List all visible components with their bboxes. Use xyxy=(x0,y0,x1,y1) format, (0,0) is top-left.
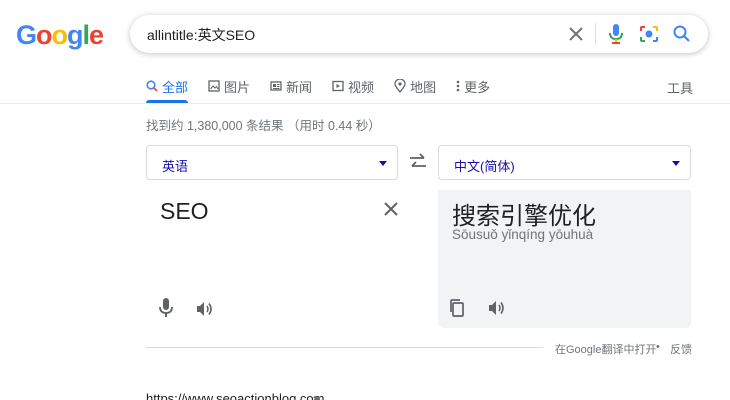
tab-videos[interactable]: 视频 xyxy=(332,76,374,96)
tab-all[interactable]: 全部 xyxy=(146,76,189,103)
tab-images[interactable]: 图片 xyxy=(208,76,250,96)
speaker-icon[interactable] xyxy=(486,297,508,319)
swap-languages-icon[interactable] xyxy=(407,152,429,172)
microphone-icon[interactable] xyxy=(155,297,177,319)
feedback-link[interactable]: 反馈 xyxy=(670,341,692,357)
translation-output-panel: 搜索引擎优化 Sōusuǒ yǐnqíng yōuhuà xyxy=(438,190,691,328)
more-vert-icon xyxy=(456,80,460,92)
clear-search-icon[interactable] xyxy=(564,22,588,46)
logo-letter: o xyxy=(51,20,68,50)
tab-label: 新闻 xyxy=(286,79,313,95)
translated-text: 搜索引擎优化 xyxy=(452,203,596,230)
search-box[interactable]: allintitle:英文SEO xyxy=(130,15,708,53)
result-url[interactable]: https://www.seoactionblog.com xyxy=(146,391,324,400)
source-language-label: 英语 xyxy=(162,159,189,174)
copy-icon[interactable] xyxy=(446,297,468,319)
tab-label: 全部 xyxy=(162,79,189,95)
voice-search-icon[interactable] xyxy=(604,22,628,46)
logo-letter: o xyxy=(36,20,52,50)
search-tabs: 全部 图片 新闻 视频 地图 更多 xyxy=(146,76,510,104)
source-language-select[interactable]: 英语 xyxy=(146,145,398,180)
tools-button[interactable]: 工具 xyxy=(667,78,693,97)
logo-letter: g xyxy=(67,20,83,50)
image-icon xyxy=(208,80,220,92)
google-logo[interactable]: Google xyxy=(16,20,104,51)
search-divider xyxy=(595,23,596,45)
tab-label: 更多 xyxy=(464,79,491,95)
tab-label: 图片 xyxy=(224,79,251,95)
search-icon[interactable] xyxy=(670,22,694,46)
logo-letter: G xyxy=(16,20,37,50)
search-icon xyxy=(146,80,158,92)
tab-label: 视频 xyxy=(348,79,375,95)
tab-more[interactable]: 更多 xyxy=(456,76,490,96)
tab-news[interactable]: 新闻 xyxy=(270,76,312,96)
dropdown-arrow-icon xyxy=(672,161,680,166)
tab-label: 地图 xyxy=(410,79,437,95)
map-pin-icon xyxy=(394,79,406,93)
dropdown-arrow-icon xyxy=(379,161,387,166)
pinyin-text: Sōusuǒ yǐnqíng yōuhuà xyxy=(452,227,594,242)
speaker-icon[interactable] xyxy=(194,298,216,320)
news-icon xyxy=(270,81,282,91)
tab-maps[interactable]: 地图 xyxy=(394,76,436,96)
video-icon xyxy=(332,80,344,92)
target-language-select[interactable]: 中文(简体) xyxy=(438,145,691,180)
result-stats: 找到约 1,380,000 条结果 （用时 0.44 秒） xyxy=(146,119,381,133)
search-input[interactable]: allintitle:英文SEO xyxy=(147,25,255,45)
target-language-label: 中文(简体) xyxy=(454,159,515,174)
logo-letter: e xyxy=(89,20,104,50)
source-text[interactable]: SEO xyxy=(160,198,209,225)
translate-footer-divider xyxy=(146,347,543,348)
separator-dot: • xyxy=(656,341,660,353)
tabs-divider xyxy=(0,103,730,104)
lens-camera-icon[interactable] xyxy=(637,22,661,46)
clear-source-icon[interactable] xyxy=(381,199,401,219)
open-in-google-translate-link[interactable]: 在Google翻译中打开 xyxy=(555,341,656,357)
